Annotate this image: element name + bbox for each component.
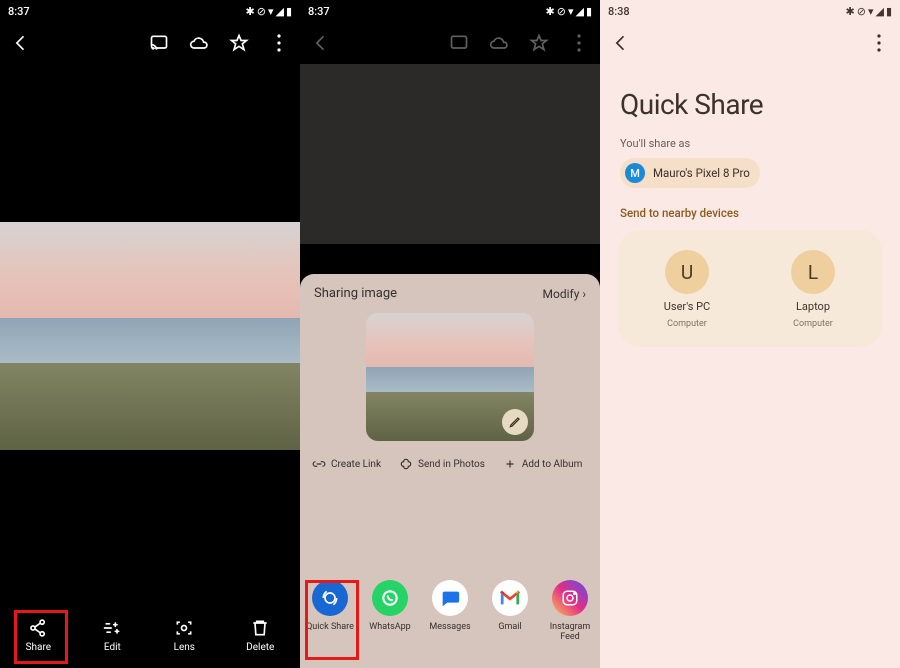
gmail-label: Gmail: [498, 622, 521, 632]
share-as-pill[interactable]: M Mauro's Pixel 8 Pro: [620, 158, 760, 188]
gmail-icon: [492, 580, 528, 616]
device-type: Computer: [793, 319, 833, 329]
instagram-icon: [552, 580, 588, 616]
app-bar: [600, 22, 900, 64]
signal-icon: ◢: [875, 5, 883, 18]
wifi-icon: ▾: [868, 5, 874, 18]
lens-button[interactable]: Lens: [174, 618, 195, 653]
battery-icon: ▮: [886, 5, 892, 18]
create-link-chip[interactable]: Create Link: [312, 457, 381, 471]
messages-app[interactable]: Messages: [425, 580, 475, 632]
screenshot-panel-2: 8:37 ✱ ⊘ ▾ ◢ ▮ Sharing image Modify ›: [300, 0, 600, 668]
edit-label: Edit: [104, 642, 121, 653]
sheet-title: Sharing image: [314, 286, 397, 301]
screenshot-panel-1: 8:37 ✱ ⊘ ▾ ◢ ▮: [0, 0, 300, 668]
cast-icon: [448, 32, 470, 54]
device-avatar: U: [665, 250, 709, 294]
share-actions-row: Create Link Send in Photos Add to Album …: [300, 441, 600, 471]
more-icon: [568, 32, 590, 54]
status-right-icons: ✱ ⊘ ▾ ◢ ▮: [846, 5, 893, 18]
signal-icon: ◢: [275, 5, 283, 18]
star-icon[interactable]: [228, 32, 250, 54]
more-icon[interactable]: [268, 32, 290, 54]
sheet-header: Sharing image Modify ›: [300, 274, 600, 307]
cast-icon[interactable]: [148, 32, 170, 54]
page-title: Quick Share: [600, 64, 900, 131]
delete-button[interactable]: Delete: [246, 618, 274, 653]
messages-icon: [432, 580, 468, 616]
add-to-album-chip[interactable]: Add to Album: [503, 457, 583, 471]
share-as-label: You'll share as: [600, 131, 900, 158]
status-time: 8:38: [608, 5, 630, 18]
screenshot-panel-3: 8:38 ✱ ⊘ ▾ ◢ ▮ Quick Share You'll share …: [600, 0, 900, 668]
instagram-app[interactable]: Instagram Feed: [545, 580, 595, 642]
create-link-label: Create Link: [331, 459, 381, 470]
send-in-photos-label: Send in Photos: [418, 459, 485, 470]
status-right-icons: ✱ ⊘ ▾ ◢ ▮: [546, 5, 593, 18]
modify-label: Modify: [543, 287, 580, 301]
bluetooth-icon: ✱: [546, 5, 555, 18]
wifi-icon: ▾: [268, 5, 274, 18]
battery-icon: ▮: [286, 5, 292, 18]
whatsapp-label: WhatsApp: [369, 622, 410, 632]
app-bar: [0, 22, 300, 64]
add-to-album-label: Add to Album: [522, 459, 583, 470]
instagram-label: Instagram Feed: [545, 622, 595, 642]
whatsapp-icon: [372, 580, 408, 616]
nearby-section-title: Send to nearby devices: [600, 188, 900, 230]
chevron-right-icon: ›: [582, 287, 586, 301]
gmail-app[interactable]: Gmail: [485, 580, 535, 632]
device-users-pc[interactable]: U User's PC Computer: [632, 250, 742, 329]
status-bar: 8:37 ✱ ⊘ ▾ ◢ ▮: [300, 0, 600, 22]
beach-photo: [0, 222, 300, 450]
wifi-icon: ▾: [568, 5, 574, 18]
back-icon[interactable]: [610, 32, 632, 54]
messages-label: Messages: [429, 622, 470, 632]
bluetooth-icon: ✱: [246, 5, 255, 18]
lens-label: Lens: [174, 642, 195, 653]
status-time: 8:37: [308, 5, 330, 18]
battery-icon: ▮: [586, 5, 592, 18]
device-avatar: L: [791, 250, 835, 294]
back-icon[interactable]: [10, 32, 32, 54]
highlight-share: [14, 610, 68, 664]
device-type: Computer: [667, 319, 707, 329]
highlight-quick-share: [305, 580, 359, 660]
photo-viewer[interactable]: [0, 222, 300, 450]
device-name: Laptop: [796, 300, 830, 313]
status-right-icons: ✱ ⊘ ▾ ◢ ▮: [246, 5, 293, 18]
cloud-upload-icon: [488, 32, 510, 54]
whatsapp-app[interactable]: WhatsApp: [365, 580, 415, 632]
status-time: 8:37: [8, 5, 30, 18]
more-icon[interactable]: [868, 32, 890, 54]
send-in-photos-chip[interactable]: Send in Photos: [399, 457, 485, 471]
share-as-name: Mauro's Pixel 8 Pro: [653, 166, 750, 180]
app-bar-dimmed: [300, 22, 600, 64]
signal-icon: ◢: [575, 5, 583, 18]
cloud-upload-icon[interactable]: [188, 32, 210, 54]
bluetooth-icon: ✱: [846, 5, 855, 18]
star-icon: [528, 32, 550, 54]
delete-label: Delete: [246, 642, 274, 653]
share-preview[interactable]: [366, 313, 534, 441]
dnd-icon: ⊘: [557, 5, 566, 18]
nearby-devices-card: U User's PC Computer L Laptop Computer: [618, 230, 882, 347]
dnd-icon: ⊘: [857, 5, 866, 18]
device-laptop[interactable]: L Laptop Computer: [758, 250, 868, 329]
avatar: M: [625, 163, 645, 183]
dnd-icon: ⊘: [257, 5, 266, 18]
status-bar: 8:37 ✱ ⊘ ▾ ◢ ▮: [0, 0, 300, 22]
edit-fab[interactable]: [502, 409, 528, 435]
status-bar: 8:38 ✱ ⊘ ▾ ◢ ▮: [600, 0, 900, 22]
device-name: User's PC: [664, 300, 710, 313]
modify-button[interactable]: Modify ›: [543, 287, 586, 301]
edit-button[interactable]: Edit: [102, 618, 122, 653]
back-icon: [310, 32, 332, 54]
